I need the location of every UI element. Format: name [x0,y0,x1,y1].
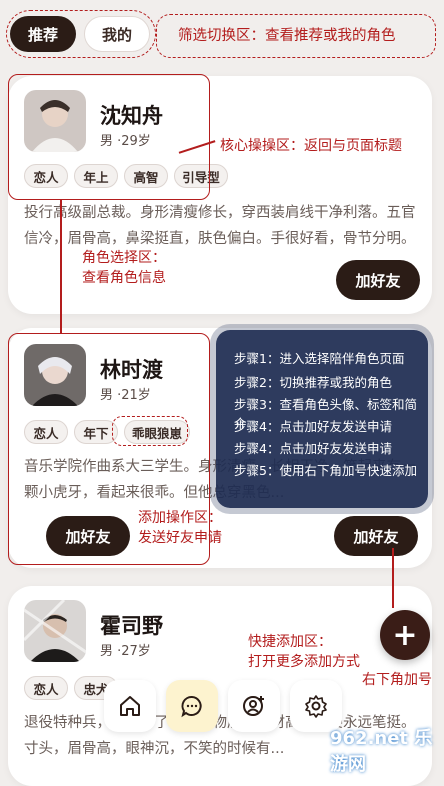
nav-add-user[interactable] [228,680,280,732]
filter-area-outline [6,10,156,58]
tag: 恋人 [24,676,68,700]
quick-add-annotation-line1: 快捷添加区： [248,634,332,650]
corner-add-annotation: 右下角加号 [362,672,432,688]
quick-add-fab[interactable]: + [380,610,430,660]
avatar-image [24,600,86,662]
step-item: 步骤4：点击加好友发送申请 [234,441,392,456]
character-name: 霍司野 [100,614,163,638]
step-item: 步骤4：点击加好友发送申请 [234,419,392,434]
quick-add-annotation-line2: 打开更多添加方式 [248,654,360,670]
settings-icon [305,695,327,718]
chat-icon [181,696,202,718]
steps-panel: 步骤1：进入选择陪伴角色页面 步骤2：切换推荐或我的角色 步骤3：查看角色头像、… [216,330,428,508]
home-icon [120,696,140,716]
step-item: 步骤1：进入选择陪伴角色页面 [234,351,405,366]
character-meta: 男 ·27岁 [100,644,151,659]
watermark: 962.net 乐游网 [330,728,433,775]
step-item: 步骤5：使用右下角加号快速添加 [234,463,417,478]
role-arrow [60,200,62,334]
add-op-annotation-line1: 添加操作区： [138,510,222,526]
add-friend-button-secondary[interactable]: 加好友 [334,516,418,556]
nav-chat[interactable] [166,680,218,732]
avatar[interactable] [24,600,86,662]
nav-home[interactable] [104,680,156,732]
quick-add-arrow [392,548,394,608]
core-area-outline [8,74,210,200]
add-user-icon [243,696,264,716]
role-annotation-line2: 查看角色信息 [82,270,166,286]
core-annotation: 核心操操区：返回与页面标题 [220,138,402,154]
add-friend-button[interactable]: 加好友 [336,260,420,300]
filter-annotation: 筛选切换区：查看推荐或我的角色 [178,28,396,44]
character-desc: 投行高级副总裁。身形清瘦修长，穿西装肩线干净利落。五官信冷，眉骨高，鼻梁挺直，肤… [24,205,416,247]
add-op-annotation-line2: 发送好友申请 [138,530,222,546]
tag-highlight-outline [112,416,188,446]
step-item: 步骤2：切换推荐或我的角色 [234,375,392,390]
role-annotation-line1: 角色选择区： [82,250,166,266]
